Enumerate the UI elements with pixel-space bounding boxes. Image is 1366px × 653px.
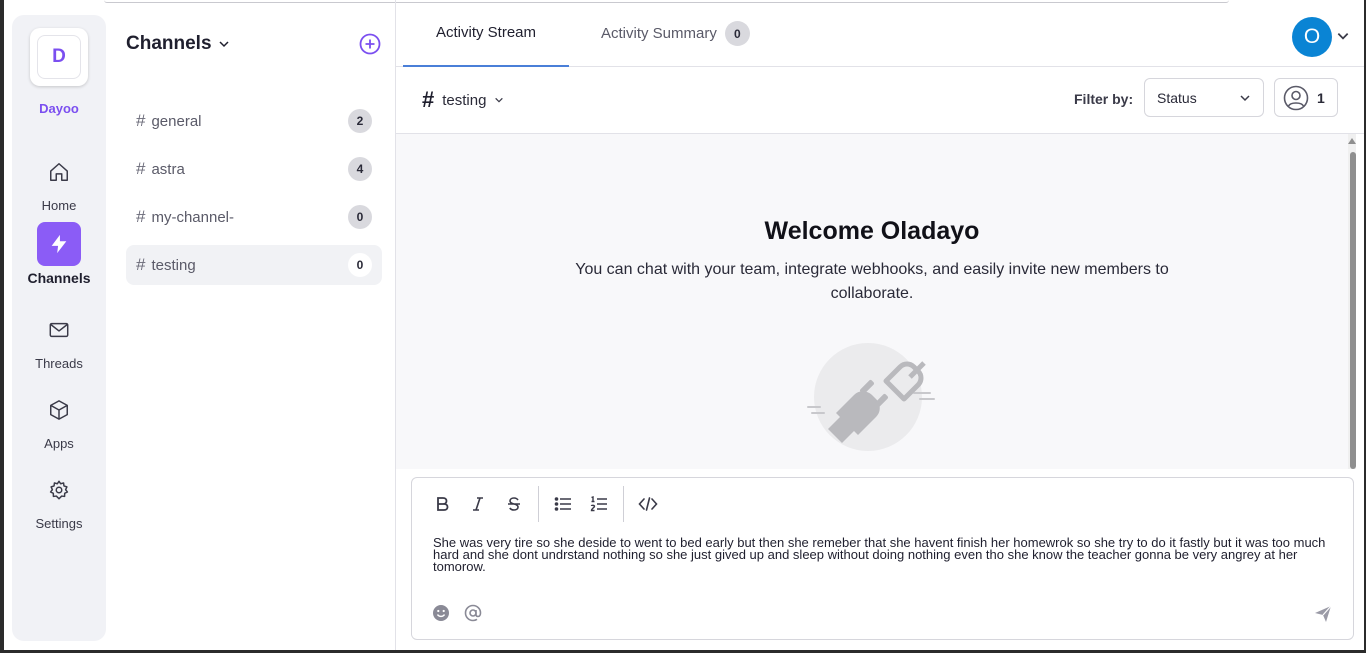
channel-count-badge: 4 (348, 157, 372, 181)
bold-icon (437, 497, 449, 511)
hash-icon: # (422, 87, 435, 112)
nav-apps-label: Apps (44, 436, 74, 451)
chevron-down-icon[interactable] (1336, 29, 1350, 43)
channels-title: Channels (126, 33, 212, 54)
nav-threads-label: Threads (35, 356, 83, 371)
disconnected-plug-icon (807, 343, 935, 451)
channel-item-astra[interactable]: # astra 4 (126, 149, 382, 189)
toolbar-divider (538, 486, 539, 522)
hash-icon: # (136, 255, 146, 274)
hash-icon: # (136, 159, 146, 178)
message-input[interactable]: She was very tire so she deside to went … (433, 536, 1333, 573)
send-button[interactable] (1314, 605, 1332, 628)
activity-stream: Welcome Oladayo You can chat with your t… (396, 134, 1356, 469)
send-icon (1315, 605, 1332, 622)
lightning-icon (37, 222, 81, 266)
channel-subbar: # testing Filter by: Status 1 (396, 67, 1364, 134)
italic-button[interactable] (460, 486, 496, 522)
scroll-up-arrow[interactable] (1348, 138, 1356, 144)
add-channel-button[interactable] (359, 33, 381, 55)
home-icon (37, 150, 81, 194)
nav-home-label: Home (41, 198, 77, 213)
main-area: Activity Stream Activity Summary 0 O # t… (396, 0, 1364, 650)
current-channel-name: testing (442, 91, 487, 109)
channel-item-testing[interactable]: # testing 0 (126, 245, 382, 285)
user-circle-icon (1283, 85, 1309, 110)
nav-apps[interactable]: Apps (12, 388, 106, 451)
user-avatar[interactable]: O (1292, 17, 1332, 57)
welcome-title: Welcome Oladayo (764, 217, 980, 245)
tab-activity-stream[interactable]: Activity Stream (403, 0, 569, 67)
mention-icon[interactable] (464, 604, 482, 622)
emoji-icon[interactable] (432, 604, 450, 622)
tab-bar: Activity Stream Activity Summary 0 O (396, 0, 1364, 67)
app-window: D Dayoo Home Channels Threads Apps Setti… (4, 0, 1364, 650)
channel-count-badge: 0 (348, 205, 372, 229)
chevron-down-icon (1240, 94, 1250, 101)
channels-header[interactable]: Channels (126, 33, 230, 55)
channels-panel: Channels # general 2 # astra 4 # my-chan… (106, 0, 396, 650)
workspace-initial: D (37, 35, 81, 79)
numbered-list-icon (590, 496, 607, 512)
status-filter-select[interactable]: Status (1144, 78, 1264, 117)
nav-settings[interactable]: Settings (12, 468, 106, 531)
tab-activity-summary[interactable]: Activity Summary 0 (601, 0, 750, 67)
filter-label: Filter by: (1074, 91, 1134, 107)
hash-icon: # (136, 207, 146, 226)
nav-channels[interactable]: Channels (12, 222, 106, 286)
channel-name: astra (151, 160, 185, 178)
members-button[interactable]: 1 (1274, 78, 1338, 117)
workspace-name: Dayoo (39, 101, 79, 116)
nav-settings-label: Settings (35, 516, 83, 531)
tab-label: Activity Stream (435, 24, 537, 41)
bullet-list-icon (554, 497, 571, 511)
tab-label: Activity Summary (601, 25, 717, 42)
nav-home[interactable]: Home (12, 150, 106, 213)
channel-count-badge: 0 (348, 253, 372, 277)
message-composer[interactable]: She was very tire so she deside to went … (411, 477, 1354, 640)
bold-button[interactable] (424, 486, 460, 522)
numbered-list-button[interactable] (581, 486, 617, 522)
welcome-subtitle: You can chat with your team, integrate w… (575, 261, 1169, 302)
plus-circle-icon (359, 33, 381, 55)
hash-icon: # (136, 111, 146, 130)
left-rail: D Dayoo Home Channels Threads Apps Setti… (12, 15, 106, 641)
mail-icon (37, 308, 81, 352)
format-toolbar (424, 486, 666, 522)
nav-channels-label: Channels (27, 270, 91, 286)
toolbar-divider (623, 486, 624, 522)
tab-count-badge: 0 (724, 21, 750, 46)
code-button[interactable] (630, 486, 666, 522)
channel-name: general (151, 112, 202, 130)
bullet-list-button[interactable] (545, 486, 581, 522)
gear-icon (37, 468, 81, 512)
cube-icon (37, 388, 81, 432)
current-channel-selector[interactable]: # testing (422, 87, 504, 113)
chevron-down-icon (219, 41, 229, 48)
status-filter-value: Status (1157, 89, 1197, 106)
scrollbar-thumb[interactable] (1350, 152, 1356, 469)
nav-threads[interactable]: Threads (12, 308, 106, 371)
composer-actions (432, 604, 482, 622)
code-icon (638, 497, 658, 511)
strikethrough-button[interactable] (496, 486, 532, 522)
members-count: 1 (1317, 89, 1325, 106)
channel-item-my-channel[interactable]: # my-channel- 0 (126, 197, 382, 237)
channel-count-badge: 2 (348, 109, 372, 133)
chevron-down-icon (495, 97, 504, 103)
channel-name: my-channel- (151, 208, 234, 226)
channel-item-general[interactable]: # general 2 (126, 101, 382, 141)
strikethrough-icon (508, 497, 520, 511)
channel-name: testing (151, 256, 196, 274)
workspace-button[interactable]: D (30, 28, 88, 86)
italic-icon (473, 497, 483, 511)
